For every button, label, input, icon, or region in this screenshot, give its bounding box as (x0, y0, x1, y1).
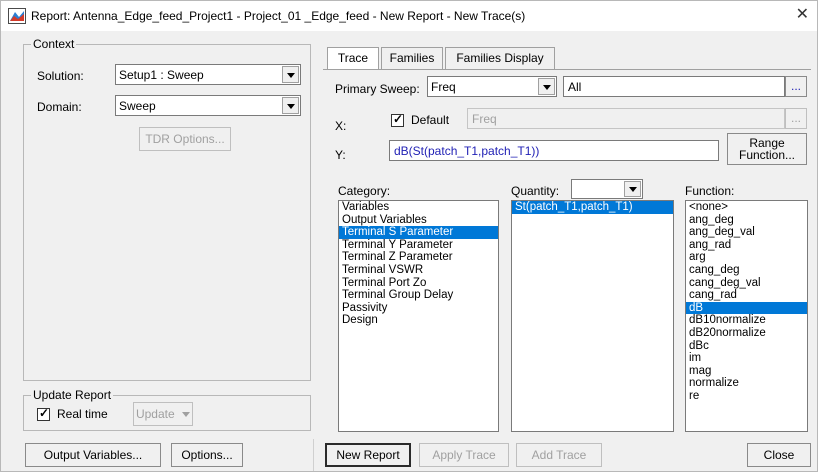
y-expression-value: dB(St(patch_T1,patch_T1)) (394, 144, 540, 158)
category-item[interactable]: Terminal VSWR (339, 264, 498, 277)
chevron-down-icon[interactable] (282, 66, 299, 83)
tab-families-display[interactable]: Families Display (445, 47, 555, 69)
x-default-label: Default (411, 113, 450, 127)
domain-select[interactable]: Sweep (115, 95, 301, 116)
function-item[interactable]: dB (686, 301, 807, 315)
category-label: Category: (338, 184, 391, 198)
function-item[interactable]: normalize (686, 377, 807, 390)
function-item[interactable]: cang_deg_val (686, 277, 807, 290)
realtime-checkbox[interactable] (37, 407, 50, 421)
function-label: Function: (685, 184, 735, 198)
close-window-icon[interactable]: ✕ (796, 6, 809, 24)
function-item[interactable]: ang_rad (686, 239, 807, 252)
function-item[interactable]: cang_deg (686, 264, 807, 277)
update-report-legend: Update Report (31, 388, 114, 402)
options-button[interactable]: Options... (171, 443, 243, 467)
chevron-down-icon[interactable] (624, 181, 641, 197)
output-variables-button[interactable]: Output Variables... (25, 443, 161, 467)
function-item[interactable]: dBc (686, 340, 807, 353)
category-item[interactable]: Design (339, 314, 498, 327)
function-item[interactable]: mag (686, 365, 807, 378)
function-item[interactable]: <none> (686, 201, 807, 214)
sweep-range-ellipsis-button[interactable]: ... (785, 76, 807, 97)
tab-families[interactable]: Families (381, 47, 443, 69)
solution-label: Solution: (37, 69, 84, 83)
update-button-label: Update (135, 407, 175, 421)
domain-value: Sweep (119, 99, 156, 113)
x-expression-value: Freq (472, 112, 497, 126)
category-list[interactable]: Variables Output Variables Terminal S Para… (338, 200, 499, 432)
quantity-item[interactable]: St(patch_T1,patch_T1) (512, 201, 673, 214)
report-app-icon (8, 8, 26, 24)
chevron-down-icon[interactable] (538, 78, 555, 95)
tab-trace[interactable]: Trace (327, 47, 379, 70)
x-ellipsis-button[interactable]: ... (785, 108, 807, 129)
realtime-label: Real time (57, 407, 108, 421)
quantity-list[interactable]: St(patch_T1,patch_T1) (511, 200, 674, 432)
new-report-button[interactable]: New Report (325, 443, 411, 467)
domain-label: Domain: (37, 100, 82, 114)
y-expression-field[interactable]: dB(St(patch_T1,patch_T1)) (389, 140, 719, 161)
function-item[interactable]: ang_deg_val (686, 226, 807, 239)
function-item[interactable]: re (686, 390, 807, 403)
context-legend: Context (31, 37, 77, 51)
y-label: Y: (335, 148, 346, 162)
update-button[interactable]: Update (133, 402, 193, 426)
primary-sweep-range-value: All (568, 80, 582, 94)
function-item[interactable]: dB20normalize (686, 327, 807, 340)
dropdown-arrow-icon (182, 412, 191, 418)
primary-sweep-label: Primary Sweep: (335, 82, 420, 96)
category-item[interactable]: Terminal Port Zo (339, 277, 498, 290)
x-label: X: (335, 119, 347, 133)
category-item[interactable]: Variables (339, 201, 498, 214)
solution-value: Setup1 : Sweep (119, 68, 204, 82)
category-item[interactable]: Output Variables (339, 214, 498, 227)
function-list[interactable]: <none> ang_deg ang_deg_val ang_rad arg cang_d… (685, 200, 808, 432)
range-function-line2: Function... (738, 148, 796, 162)
primary-sweep-value: Freq (431, 80, 456, 94)
function-item[interactable]: ang_deg (686, 214, 807, 227)
solution-select[interactable]: Setup1 : Sweep (115, 64, 301, 85)
category-item[interactable]: Terminal Y Parameter (339, 239, 498, 252)
x-default-checkbox[interactable] (391, 113, 404, 127)
apply-trace-button[interactable]: Apply Trace (419, 443, 509, 467)
range-function-button[interactable]: Range Function... (727, 133, 807, 165)
category-item[interactable]: Passivity (339, 302, 498, 315)
quantity-filter-select[interactable] (571, 179, 643, 199)
primary-sweep-select[interactable]: Freq (427, 76, 557, 97)
category-item[interactable]: Terminal S Parameter (339, 226, 498, 239)
separator (313, 439, 314, 471)
add-trace-button[interactable]: Add Trace (516, 443, 602, 467)
x-expression-field[interactable]: Freq (467, 108, 785, 129)
quantity-label: Quantity: (511, 184, 560, 198)
report-dialog: Report: Antenna_Edge_feed_Project1 - Pro… (0, 0, 818, 472)
function-item[interactable]: arg (686, 251, 807, 264)
category-item[interactable]: Terminal Z Parameter (339, 251, 498, 264)
function-item[interactable]: dB10normalize (686, 314, 807, 327)
function-item[interactable]: im (686, 352, 807, 365)
title-bar: Report: Antenna_Edge_feed_Project1 - Pro… (1, 1, 817, 31)
chevron-down-icon[interactable] (282, 97, 299, 114)
window-title: Report: Antenna_Edge_feed_Project1 - Pro… (31, 9, 526, 23)
function-item[interactable]: cang_rad (686, 289, 807, 302)
category-item[interactable]: Terminal Group Delay (339, 289, 498, 302)
primary-sweep-range-field[interactable]: All (563, 76, 785, 97)
tdr-options-button[interactable]: TDR Options... (139, 127, 231, 151)
close-button[interactable]: Close (747, 443, 811, 467)
